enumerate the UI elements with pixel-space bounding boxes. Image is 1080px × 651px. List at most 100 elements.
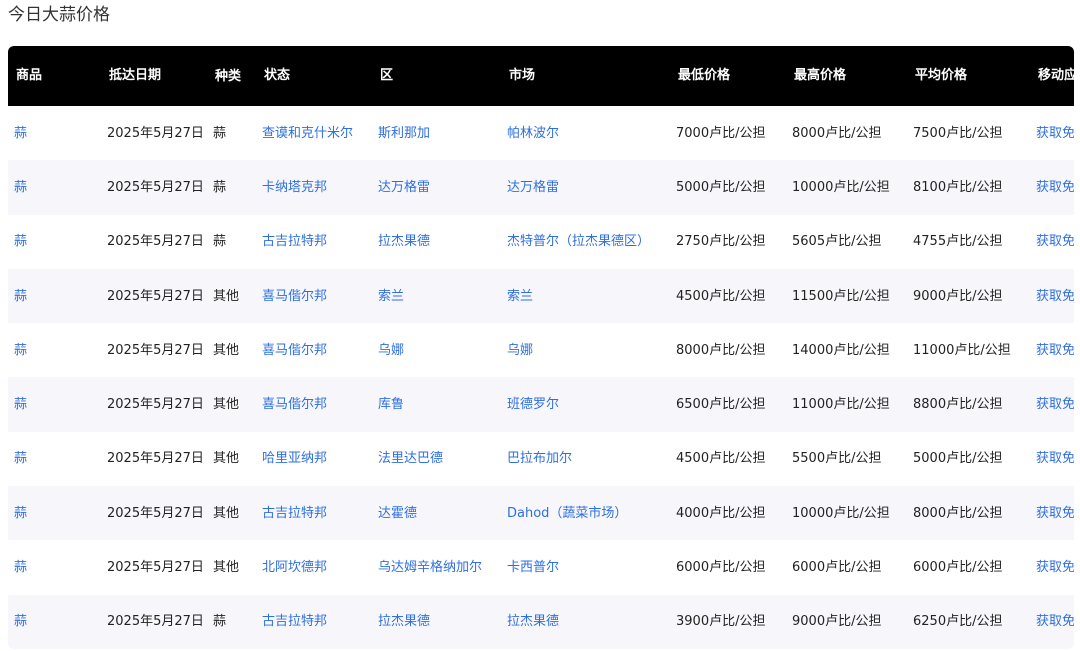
district-link[interactable]: 乌娜 <box>378 343 404 358</box>
state-link[interactable]: 古吉拉特邦 <box>262 506 327 521</box>
variety: 其他 <box>213 342 240 358</box>
market-link[interactable]: 达万格雷 <box>507 180 559 195</box>
market-link[interactable]: 卡西普尔 <box>507 560 559 575</box>
commodity-link[interactable]: 蒜 <box>14 126 27 141</box>
free-alert-link[interactable]: 获取免费警报 <box>1036 180 1074 195</box>
page-title: 今日大蒜价格 <box>8 5 110 25</box>
state-link[interactable]: 北阿坎德邦 <box>262 560 327 575</box>
district-link[interactable]: 斯利那加 <box>378 126 430 141</box>
commodity-link[interactable]: 蒜 <box>14 289 27 304</box>
table-cell: 查谟和克什米尔 <box>256 106 372 160</box>
table-cell: 卡纳塔克邦 <box>256 160 372 214</box>
market-link[interactable]: 杰特普尔（拉杰果德区） <box>507 234 650 249</box>
table-cell: 蒜 <box>8 215 101 269</box>
district-link[interactable]: 达霍德 <box>378 506 417 521</box>
free-alert-link[interactable]: 获取免费警报 <box>1036 397 1074 412</box>
table-cell: 2025年5月27日 <box>101 215 207 269</box>
table-cell: 其他 <box>207 540 256 594</box>
avg-price: 8100卢比/公担 <box>913 179 1003 195</box>
table-cell: 4500卢比/公担 <box>670 432 786 486</box>
table-cell: 蒜 <box>8 377 101 431</box>
arrival-date: 2025年5月27日 <box>107 179 204 195</box>
free-alert-link[interactable]: 获取免费警报 <box>1036 289 1074 304</box>
table-cell: 巴拉布加尔 <box>501 432 670 486</box>
table-cell: 11000卢比/公担 <box>786 377 907 431</box>
table-cell: 8000卢比/公担 <box>670 323 786 377</box>
table-cell: 2025年5月27日 <box>101 595 207 649</box>
commodity-link[interactable]: 蒜 <box>14 506 27 521</box>
price-table-container: 商品 抵达日期 种类 状态 区 市场 最低价格 最高价格 平均价格 移动应用程序… <box>8 46 1074 649</box>
free-alert-link[interactable]: 获取免费警报 <box>1036 614 1074 629</box>
commodity-link[interactable]: 蒜 <box>14 180 27 195</box>
table-cell: 乌娜 <box>372 323 501 377</box>
free-alert-link[interactable]: 获取免费警报 <box>1036 506 1074 521</box>
table-cell: 古吉拉特邦 <box>256 595 372 649</box>
state-link[interactable]: 喜马偕尔邦 <box>262 289 327 304</box>
free-alert-link[interactable]: 获取免费警报 <box>1036 560 1074 575</box>
state-link[interactable]: 卡纳塔克邦 <box>262 180 327 195</box>
free-alert-link[interactable]: 获取免费警报 <box>1036 126 1074 141</box>
min-price: 6500卢比/公担 <box>676 397 766 413</box>
table-cell: 达万格雷 <box>372 160 501 214</box>
commodity-link[interactable]: 蒜 <box>14 560 27 575</box>
state-link[interactable]: 查谟和克什米尔 <box>262 126 353 141</box>
table-cell: 拉杰果德 <box>501 595 670 649</box>
state-link[interactable]: 喜马偕尔邦 <box>262 343 327 358</box>
table-cell: 蒜 <box>207 595 256 649</box>
free-alert-link[interactable]: 获取免费警报 <box>1036 234 1074 249</box>
table-cell: 10000卢比/公担 <box>786 160 907 214</box>
commodity-link[interactable]: 蒜 <box>14 343 27 358</box>
commodity-link[interactable]: 蒜 <box>14 234 27 249</box>
header-avg-price: 平均价格 <box>915 68 968 83</box>
free-alert-link[interactable]: 获取免费警报 <box>1036 343 1074 358</box>
market-link[interactable]: Dahod（蔬菜市场） <box>507 506 627 521</box>
table-cell: 其他 <box>207 323 256 377</box>
district-link[interactable]: 法里达巴德 <box>378 451 443 466</box>
table-cell: 6000卢比/公担 <box>786 540 907 594</box>
table-cell: 获取免费警报 <box>1030 540 1074 594</box>
table-cell: 达万格雷 <box>501 160 670 214</box>
arrival-date: 2025年5月27日 <box>107 397 204 413</box>
state-link[interactable]: 喜马偕尔邦 <box>262 397 327 412</box>
state-link[interactable]: 古吉拉特邦 <box>262 614 327 629</box>
free-alert-link[interactable]: 获取免费警报 <box>1036 451 1074 466</box>
table-row: 蒜 2025年5月27日蒜古吉拉特邦 拉杰果德 杰特普尔（拉杰果德区） 2750卢比/公… <box>8 214 1074 269</box>
table-cell: 库鲁 <box>372 377 501 431</box>
commodity-link[interactable]: 蒜 <box>14 614 27 629</box>
table-cell: Dahod（蔬菜市场） <box>501 486 670 540</box>
table-cell: 乌娜 <box>501 323 670 377</box>
district-link[interactable]: 拉杰果德 <box>378 234 430 249</box>
state-link[interactable]: 哈里亚纳邦 <box>262 451 327 466</box>
district-link[interactable]: 达万格雷 <box>378 180 430 195</box>
table-row: 蒜 2025年5月27日蒜查谟和克什米尔 斯利那加 帕林波尔 7000卢比/公担 8000… <box>8 106 1074 161</box>
header-market: 市场 <box>509 68 536 83</box>
avg-price: 5000卢比/公担 <box>913 451 1003 467</box>
district-link[interactable]: 拉杰果德 <box>378 614 430 629</box>
market-link[interactable]: 帕林波尔 <box>507 126 559 141</box>
min-price: 6000卢比/公担 <box>676 560 766 576</box>
table-cell: 获取免费警报 <box>1030 106 1074 160</box>
max-price: 10000卢比/公担 <box>792 179 890 195</box>
table-cell: 斯利那加 <box>372 106 501 160</box>
district-link[interactable]: 库鲁 <box>378 397 404 412</box>
market-link[interactable]: 班德罗尔 <box>507 397 559 412</box>
table-cell: 卡西普尔 <box>501 540 670 594</box>
table-cell: 获取免费警报 <box>1030 595 1074 649</box>
commodity-link[interactable]: 蒜 <box>14 397 27 412</box>
table-cell: 8800卢比/公担 <box>907 377 1030 431</box>
table-cell: 获取免费警报 <box>1030 432 1074 486</box>
district-link[interactable]: 乌达姆辛格纳加尔 <box>378 560 482 575</box>
district-link[interactable]: 索兰 <box>378 289 404 304</box>
state-link[interactable]: 古吉拉特邦 <box>262 234 327 249</box>
avg-price: 11000卢比/公担 <box>913 342 1011 358</box>
commodity-link[interactable]: 蒜 <box>14 451 27 466</box>
market-link[interactable]: 乌娜 <box>507 343 533 358</box>
table-cell: 获取免费警报 <box>1030 269 1074 323</box>
table-cell: 2750卢比/公担 <box>670 215 786 269</box>
table-cell: 5000卢比/公担 <box>670 160 786 214</box>
table-cell: 其他 <box>207 269 256 323</box>
table-cell: 4500卢比/公担 <box>670 269 786 323</box>
market-link[interactable]: 索兰 <box>507 289 533 304</box>
market-link[interactable]: 拉杰果德 <box>507 614 559 629</box>
market-link[interactable]: 巴拉布加尔 <box>507 451 572 466</box>
